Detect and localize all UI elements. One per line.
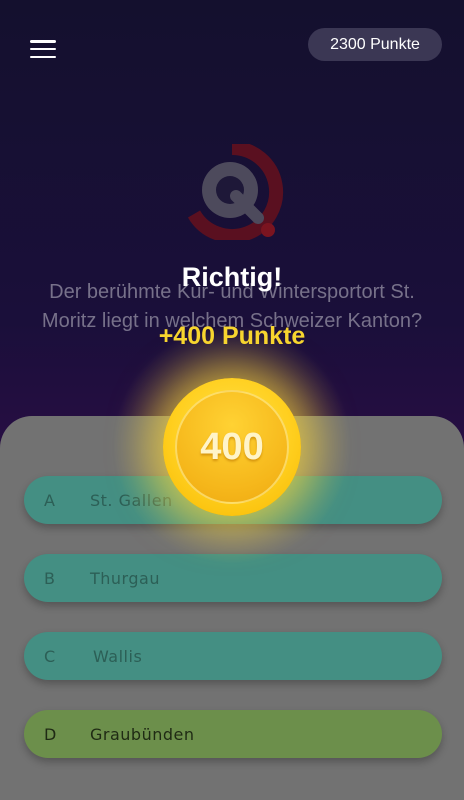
answer-letter: B [44, 568, 56, 588]
menu-line [30, 47, 56, 51]
coin-value: 400 [175, 390, 289, 504]
points-badge: 2300 Punkte [308, 28, 442, 61]
feedback-title: Richtig! [181, 262, 283, 292]
answer-letter: A [44, 490, 56, 510]
answer-option-c[interactable]: C Wallis [24, 632, 442, 680]
points-gained-label: +400 Punkte [158, 322, 306, 350]
coin-icon: 400 [163, 378, 301, 516]
menu-line [30, 55, 56, 58]
answer-label: Graubünden [90, 724, 195, 744]
answer-label: Thurgau [90, 568, 160, 588]
hamburger-menu-icon[interactable] [30, 38, 56, 60]
answer-letter: D [44, 724, 57, 744]
answer-option-d[interactable]: D Graubünden [24, 710, 442, 758]
answer-letter: C [44, 646, 56, 666]
quiz-q-logo-icon [180, 140, 284, 243]
answer-label: Wallis [93, 646, 143, 666]
menu-line [30, 40, 56, 43]
